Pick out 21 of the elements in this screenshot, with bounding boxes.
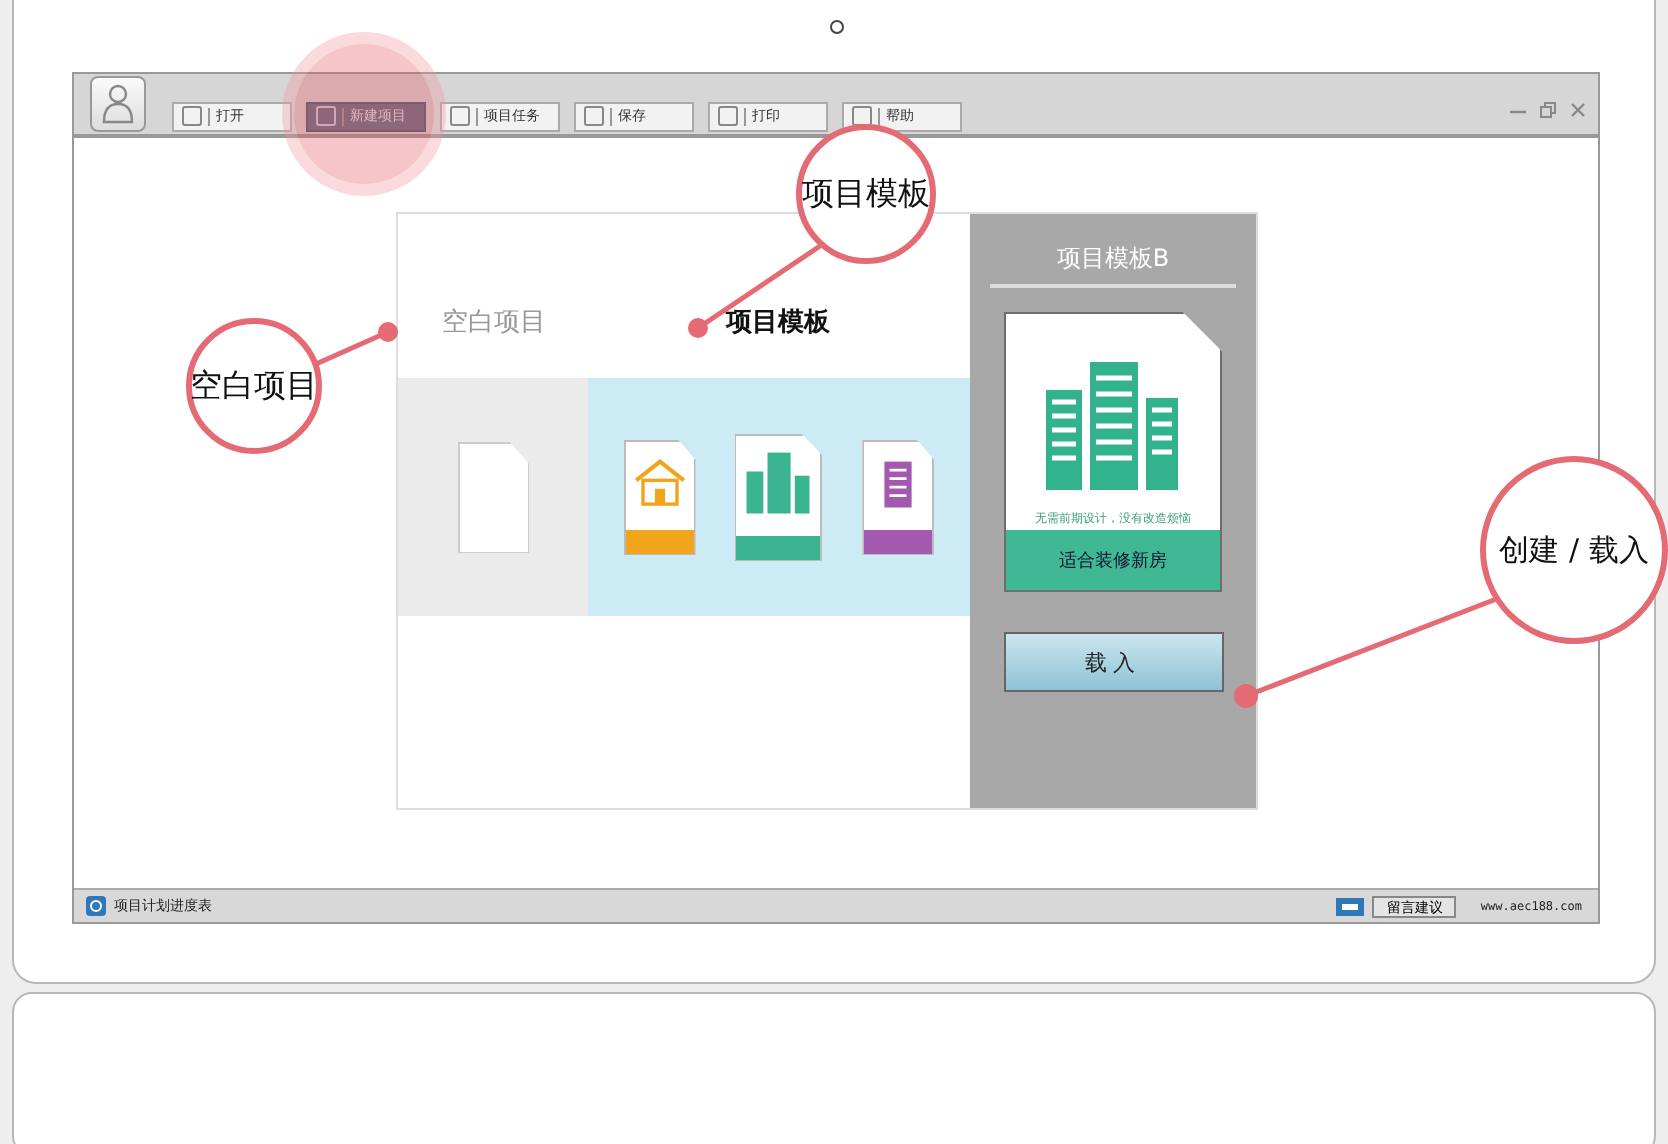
leader-line bbox=[315, 322, 398, 367]
square-icon bbox=[584, 106, 604, 126]
user-avatar-button[interactable] bbox=[90, 76, 146, 132]
square-icon bbox=[450, 106, 470, 126]
template-card[interactable] bbox=[734, 433, 823, 561]
restore-icon[interactable] bbox=[1540, 102, 1556, 118]
chat-icon bbox=[1336, 897, 1365, 915]
square-icon bbox=[718, 106, 738, 126]
preview-title: 项目模板B bbox=[990, 242, 1236, 288]
load-button[interactable]: 载入 bbox=[1003, 632, 1223, 692]
square-icon bbox=[182, 106, 202, 126]
square-icon bbox=[316, 106, 336, 126]
highlight-circle bbox=[294, 44, 434, 184]
dialog-tab[interactable]: 项目模板 bbox=[726, 304, 830, 340]
template-card[interactable] bbox=[862, 439, 935, 555]
app-logo-icon bbox=[86, 896, 106, 916]
template-caption: 适合装修新房 bbox=[1006, 530, 1220, 590]
template-card[interactable] bbox=[623, 439, 696, 555]
close-icon[interactable] bbox=[1570, 102, 1586, 118]
camera-icon bbox=[829, 20, 843, 34]
blank-page-icon[interactable] bbox=[457, 441, 529, 553]
